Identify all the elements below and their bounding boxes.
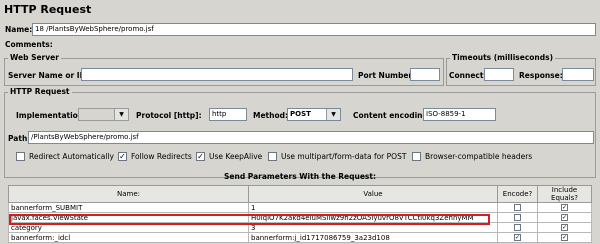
redirect-auto-label: Redirect Automatically xyxy=(29,152,114,161)
encoding-label: Content encoding: xyxy=(353,111,431,120)
path-label: Path: xyxy=(8,134,31,143)
follow-redirects-checkbox[interactable]: ✓ Follow Redirects xyxy=(118,152,192,161)
col-header-include[interactable]: Include Equals? xyxy=(537,185,592,203)
encode-checkbox[interactable] xyxy=(514,214,521,221)
browser-headers-label: Browser-compatible headers xyxy=(425,152,533,161)
checkbox-icon xyxy=(16,152,25,161)
server-label: Server Name or IP: xyxy=(8,71,89,80)
include-equals-checkbox[interactable]: ✓ xyxy=(561,234,568,241)
checkbox-icon: ✓ xyxy=(118,152,127,161)
encode-checkbox[interactable] xyxy=(514,224,521,231)
keepalive-label: Use KeepAlive xyxy=(209,152,263,161)
server-input[interactable] xyxy=(81,68,353,81)
protocol-input[interactable]: http xyxy=(209,108,247,121)
browser-headers-checkbox[interactable]: Browser-compatible headers xyxy=(412,152,532,161)
include-equals-checkbox[interactable]: ✓ xyxy=(561,224,568,231)
port-label: Port Number: xyxy=(358,71,416,80)
table-row[interactable]: bannerform:_idcl bannerform:j_id17170867… xyxy=(8,232,592,243)
redirect-auto-checkbox[interactable]: Redirect Automatically xyxy=(16,152,114,161)
param-value[interactable]: bannerform:j_id1717086759_3a23d108 xyxy=(248,232,498,243)
keepalive-checkbox[interactable]: ✓ Use KeepAlive xyxy=(196,152,262,161)
panel-title: HTTP Request xyxy=(4,3,92,16)
response-input[interactable] xyxy=(562,68,594,81)
encode-checkbox[interactable] xyxy=(514,204,521,211)
checkbox-icon xyxy=(268,152,277,161)
timeouts-title: Timeouts (milliseconds) xyxy=(450,53,556,62)
http-request-title: HTTP Request xyxy=(8,87,72,96)
method-select[interactable]: POST ▼ xyxy=(287,108,341,121)
include-equals-checkbox[interactable]: ✓ xyxy=(561,204,568,211)
multipart-checkbox[interactable]: Use multipart/form-data for POST xyxy=(268,152,406,161)
method-label: Method: xyxy=(253,111,288,120)
params-title: Send Parameters With the Request: xyxy=(224,172,376,181)
implementation-label: Implementation: xyxy=(16,111,87,120)
protocol-label: Protocol [http]: xyxy=(136,111,202,120)
chevron-down-icon: ▼ xyxy=(326,109,340,120)
method-value: POST xyxy=(290,110,311,118)
param-name[interactable]: bannerform:_idcl xyxy=(8,232,249,243)
comments-label: Comments: xyxy=(5,40,53,49)
row-highlight-box xyxy=(9,214,490,225)
name-field[interactable]: 18 /PlantsByWebSphere/promo.jsf xyxy=(32,23,596,36)
name-label: Name: xyxy=(5,25,33,34)
checkbox-icon xyxy=(412,152,421,161)
include-equals-checkbox[interactable]: ✓ xyxy=(561,214,568,221)
connect-label: Connect: xyxy=(449,71,487,80)
col-header-name[interactable]: Name: xyxy=(8,185,249,203)
col-header-encode[interactable]: Encode? xyxy=(497,185,538,203)
follow-redirects-label: Follow Redirects xyxy=(131,152,192,161)
chevron-down-icon: ▼ xyxy=(114,109,128,120)
param-value[interactable]: 1 xyxy=(248,202,498,213)
checkbox-icon: ✓ xyxy=(196,152,205,161)
implementation-select[interactable]: ▼ xyxy=(78,108,129,121)
param-name[interactable]: bannerform_SUBMIT xyxy=(8,202,249,213)
connect-input[interactable] xyxy=(484,68,514,81)
multipart-label: Use multipart/form-data for POST xyxy=(281,152,407,161)
web-server-title: Web Server xyxy=(8,53,61,62)
port-input[interactable] xyxy=(410,68,440,81)
path-input[interactable]: /PlantsByWebSphere/promo.jsf xyxy=(28,131,594,144)
col-header-value[interactable]: Value xyxy=(248,185,498,203)
encode-checkbox[interactable]: ✓ xyxy=(514,234,521,241)
table-row[interactable]: bannerform_SUBMIT 1 ✓ xyxy=(8,202,592,213)
encoding-input[interactable]: ISO-8859-1 xyxy=(423,108,496,121)
response-label: Response: xyxy=(519,71,563,80)
